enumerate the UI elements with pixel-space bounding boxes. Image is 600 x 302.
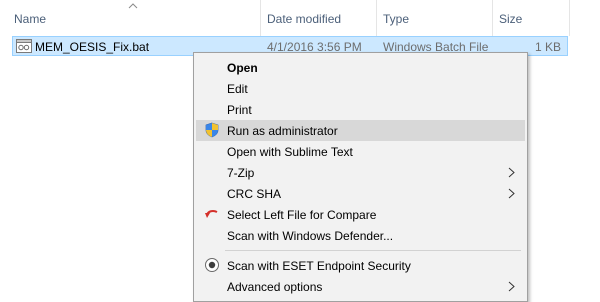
chevron-right-icon	[508, 281, 515, 292]
menu-item-run-as-administrator[interactable]: Run as administrator	[196, 120, 525, 141]
file-explorer: Name Date modified Type Size MEM_OESIS_F…	[0, 0, 600, 302]
menu-item-open-with-sublime-text[interactable]: Open with Sublime Text	[196, 141, 525, 162]
column-header-name-label: Name	[14, 12, 47, 26]
menu-item-run-as-administrator-label: Run as administrator	[227, 124, 338, 138]
column-header-type[interactable]: Type	[377, 0, 493, 36]
menu-item-select-left-file-for-compare[interactable]: Select Left File for Compare	[196, 204, 525, 225]
menu-item-print-label: Print	[227, 103, 252, 117]
sort-ascending-icon	[128, 3, 138, 9]
menu-item-7zip[interactable]: 7-Zip	[196, 162, 525, 183]
menu-item-open[interactable]: Open	[196, 57, 525, 78]
menu-item-select-left-file-label: Select Left File for Compare	[227, 208, 377, 222]
menu-item-scan-windows-defender[interactable]: Scan with Windows Defender...	[196, 225, 525, 246]
menu-item-advanced-options[interactable]: Advanced options	[196, 276, 525, 297]
menu-item-scan-defender-label: Scan with Windows Defender...	[227, 229, 394, 243]
menu-item-print[interactable]: Print	[196, 99, 525, 120]
column-header-bar: Name Date modified Type Size	[0, 0, 600, 36]
menu-item-edit[interactable]: Edit	[196, 78, 525, 99]
uac-shield-icon	[205, 122, 219, 138]
menu-separator	[225, 250, 521, 251]
compare-arrow-icon	[205, 210, 218, 218]
menu-item-scan-eset-label: Scan with ESET Endpoint Security	[227, 259, 411, 273]
column-header-date-label: Date modified	[267, 12, 342, 26]
menu-item-open-label: Open	[227, 61, 258, 75]
column-header-size[interactable]: Size	[493, 0, 570, 36]
file-name: MEM_OESIS_Fix.bat	[35, 40, 150, 54]
menu-item-edit-label: Edit	[227, 82, 248, 96]
menu-item-advanced-options-label: Advanced options	[227, 280, 323, 294]
chevron-right-icon	[508, 188, 515, 199]
batch-file-icon	[16, 39, 32, 53]
context-menu: Open Edit Print Run as administrator Ope…	[193, 52, 528, 302]
menu-item-scan-eset[interactable]: Scan with ESET Endpoint Security	[196, 255, 525, 276]
chevron-right-icon	[508, 167, 515, 178]
menu-item-7zip-label: 7-Zip	[227, 166, 255, 180]
file-size: 1 KB	[534, 40, 561, 54]
column-header-type-label: Type	[383, 12, 410, 26]
column-header-date-modified[interactable]: Date modified	[261, 0, 377, 36]
column-header-size-label: Size	[499, 12, 523, 26]
menu-item-crc-sha-label: CRC SHA	[227, 187, 282, 201]
menu-item-open-with-sublime-label: Open with Sublime Text	[227, 145, 353, 159]
column-header-name[interactable]: Name	[0, 0, 261, 36]
menu-item-crc-sha[interactable]: CRC SHA	[196, 183, 525, 204]
eset-icon	[205, 258, 219, 272]
